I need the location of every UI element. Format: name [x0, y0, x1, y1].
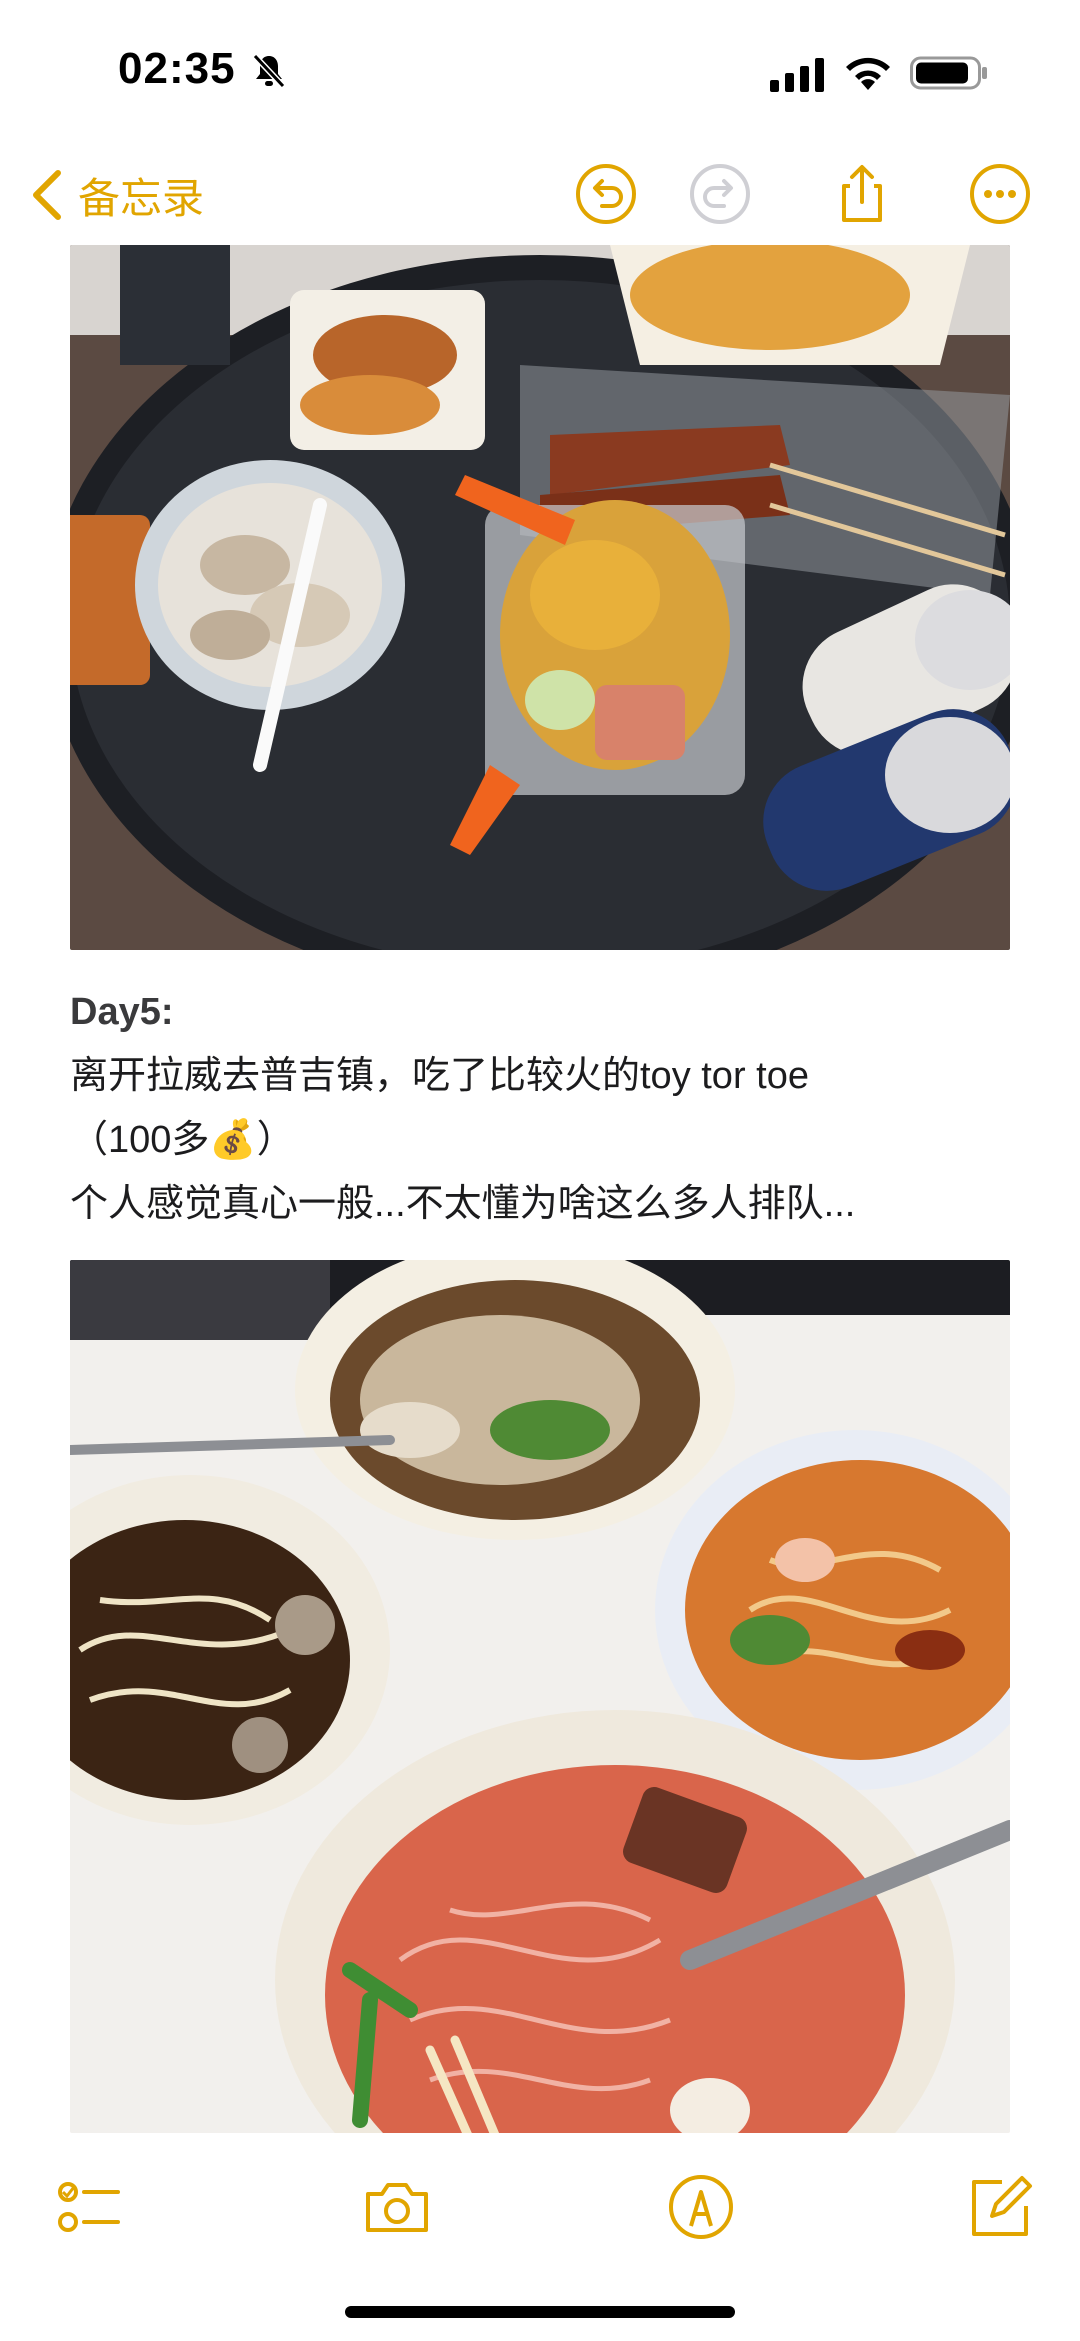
- more-icon: [970, 164, 1030, 224]
- note-photo-tray-food[interactable]: [70, 245, 1010, 950]
- more-button[interactable]: [968, 162, 1032, 226]
- battery-icon: [910, 54, 988, 92]
- back-button[interactable]: 备忘录: [30, 160, 204, 230]
- camera-button[interactable]: [360, 2170, 434, 2244]
- status-time: 02:35: [118, 44, 236, 93]
- undo-icon: [576, 164, 636, 224]
- note-line: 个人感觉真心一般...不太懂为啥这么多人排队...: [70, 1183, 856, 1225]
- note-line: 离开拉威去普吉镇，吃了比较火的toy tor toe: [70, 1055, 809, 1097]
- cellular-signal-icon: [770, 58, 826, 92]
- redo-icon: [690, 164, 750, 224]
- redo-button[interactable]: [688, 162, 752, 226]
- note-photo-noodle-bowls[interactable]: [70, 1260, 1010, 2133]
- note-line: （100多💰）: [70, 1119, 295, 1161]
- note-heading: Day5:: [70, 991, 174, 1033]
- share-icon: [842, 165, 882, 222]
- compose-button[interactable]: [962, 2170, 1036, 2244]
- camera-icon: [366, 2183, 428, 2232]
- silent-bell-icon: [250, 52, 288, 90]
- undo-button[interactable]: [574, 162, 638, 226]
- compose-icon: [972, 2176, 1032, 2236]
- status-bar: 02:35: [0, 0, 1080, 140]
- note-body[interactable]: Day5: 离开拉威去普吉镇，吃了比较火的toy tor toe （100多💰）…: [70, 980, 1010, 1236]
- wifi-icon: [842, 54, 894, 92]
- nav-bar: 备忘录: [0, 150, 1080, 240]
- chevron-left-icon: [33, 170, 61, 220]
- checklist-icon: [58, 2182, 120, 2232]
- bottom-toolbar: [0, 2160, 1080, 2270]
- share-button[interactable]: [830, 162, 894, 226]
- home-indicator[interactable]: [345, 2306, 735, 2318]
- pen-tip-icon: [669, 2175, 733, 2239]
- checklist-button[interactable]: [52, 2170, 126, 2244]
- markup-button[interactable]: [664, 2170, 738, 2244]
- back-label: 备忘录: [78, 174, 205, 222]
